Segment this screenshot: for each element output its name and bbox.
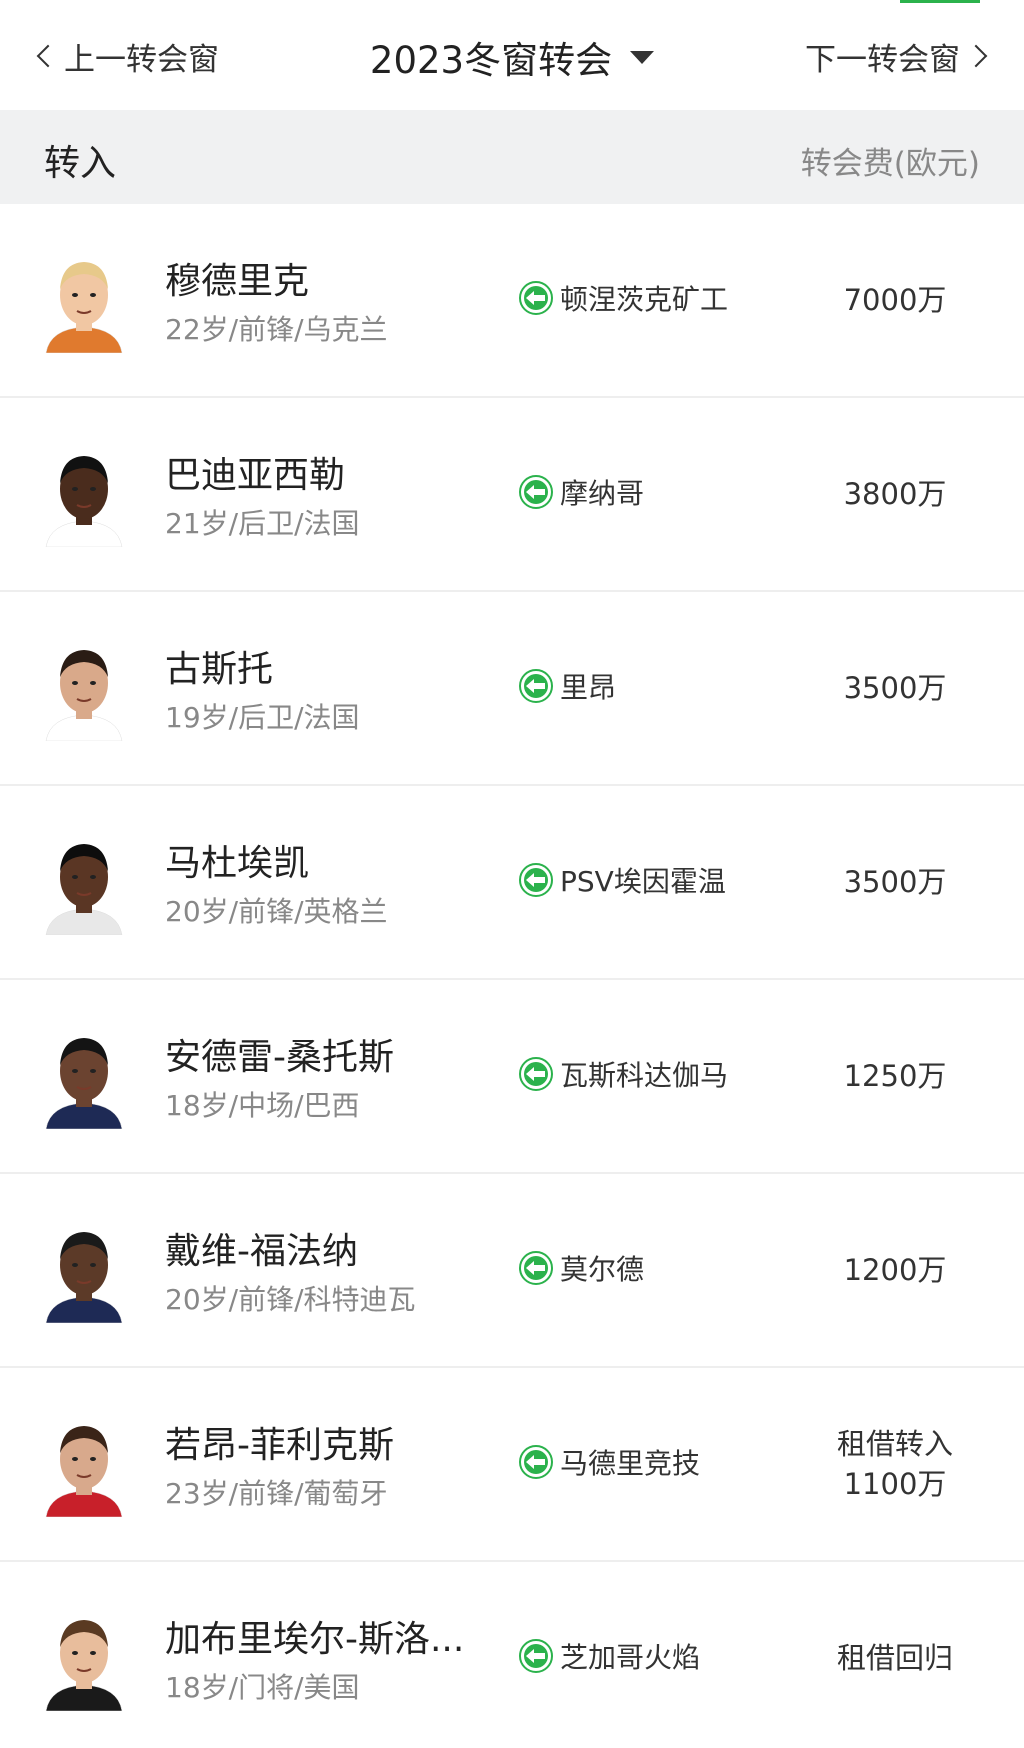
- player-name[interactable]: 穆德里克: [165, 252, 309, 304]
- from-club: 里昂: [518, 666, 616, 706]
- player-name[interactable]: 巴迪亚西勒: [165, 446, 345, 498]
- from-club: PSV埃因霍温: [518, 860, 726, 900]
- from-club: 马德里竞技: [518, 1442, 700, 1482]
- transfer-in-arrow-icon: [519, 1251, 553, 1285]
- from-club: 芝加哥火焰: [518, 1636, 700, 1676]
- from-club-name: 顿涅茨克矿工: [560, 283, 729, 316]
- from-club-name: 马德里竞技: [560, 1447, 701, 1480]
- transfer-in-arrow-icon: [519, 1445, 553, 1479]
- player-avatar: [40, 249, 128, 353]
- transfer-fee: 1250万: [800, 1056, 990, 1096]
- player-info: 21岁/后卫/法国: [165, 507, 360, 540]
- player-avatar: [40, 637, 128, 741]
- player-avatar: [40, 1025, 128, 1129]
- player-name[interactable]: 加布里埃尔-斯洛...: [165, 1610, 464, 1662]
- transfer-in-arrow-icon: [519, 475, 553, 509]
- transfer-fee-line1: 3500万: [843, 865, 947, 899]
- transfer-fee: 3800万: [800, 474, 990, 514]
- player-name[interactable]: 安德雷-桑托斯: [165, 1028, 394, 1080]
- player-row[interactable]: 安德雷-桑托斯 18岁/中场/巴西 瓦斯科达伽马 1250万: [0, 980, 1024, 1174]
- player-name[interactable]: 若昂-菲利克斯: [165, 1416, 394, 1468]
- caret-down-icon: [630, 50, 655, 64]
- player-avatar: [40, 1413, 128, 1517]
- player-name[interactable]: 马杜埃凯: [165, 834, 309, 886]
- from-club: 莫尔德: [518, 1248, 644, 1288]
- transfer-fee: 3500万: [800, 668, 990, 708]
- section-header: 转入 转会费(欧元): [0, 110, 1024, 204]
- transfer-fee-line1: 1200万: [843, 1253, 947, 1287]
- window-title: 2023冬窗转会: [369, 39, 613, 82]
- transfer-in-arrow-icon: [519, 669, 553, 703]
- player-info: 18岁/中场/巴西: [165, 1089, 360, 1122]
- player-name[interactable]: 古斯托: [165, 640, 273, 692]
- transfer-fee-line1: 7000万: [843, 283, 947, 317]
- transfer-in-arrow-icon: [519, 1639, 553, 1673]
- player-info: 20岁/前锋/科特迪瓦: [165, 1283, 416, 1316]
- player-avatar: [40, 831, 128, 935]
- transfer-in-arrow-icon: [519, 1057, 553, 1091]
- from-club-name: 摩纳哥: [560, 477, 645, 510]
- player-avatar: [40, 1219, 128, 1323]
- player-info: 20岁/前锋/英格兰: [165, 895, 388, 928]
- transfer-fee: 7000万: [800, 280, 990, 320]
- transfer-fee-line1: 租借转入: [836, 1427, 953, 1461]
- transfer-list: 穆德里克 22岁/前锋/乌克兰 顿涅茨克矿工 7000万 巴迪亚西勒 21岁/后…: [0, 204, 1024, 1748]
- transfer-fee-line1: 1250万: [843, 1059, 947, 1093]
- next-window-button[interactable]: 下一转会窗: [805, 34, 990, 78]
- player-info: 18岁/门将/美国: [165, 1671, 360, 1704]
- player-avatar: [40, 1607, 128, 1711]
- player-row[interactable]: 马杜埃凯 20岁/前锋/英格兰 PSV埃因霍温 3500万: [0, 786, 1024, 980]
- transfer-fee-line2: 1100万: [843, 1467, 947, 1501]
- from-club-name: 芝加哥火焰: [560, 1641, 701, 1674]
- from-club: 顿涅茨克矿工: [518, 278, 728, 318]
- chevron-right-icon: [964, 44, 988, 68]
- transfer-fee: 租借回归: [800, 1638, 990, 1678]
- player-row[interactable]: 若昂-菲利克斯 23岁/前锋/葡萄牙 马德里竞技 租借转入 1100万: [0, 1368, 1024, 1562]
- player-info: 23岁/前锋/葡萄牙: [165, 1477, 388, 1510]
- player-avatar: [40, 443, 128, 547]
- from-club-name: 瓦斯科达伽马: [560, 1059, 729, 1092]
- player-row[interactable]: 戴维-福法纳 20岁/前锋/科特迪瓦 莫尔德 1200万: [0, 1174, 1024, 1368]
- from-club-name: 里昂: [560, 671, 617, 704]
- player-row[interactable]: 巴迪亚西勒 21岁/后卫/法国 摩纳哥 3800万: [0, 398, 1024, 592]
- player-info: 22岁/前锋/乌克兰: [165, 313, 388, 346]
- from-club-name: PSV埃因霍温: [560, 865, 726, 898]
- transfer-in-arrow-icon: [519, 281, 553, 315]
- from-club: 摩纳哥: [518, 472, 644, 512]
- transfer-fee-line1: 租借回归: [836, 1641, 953, 1675]
- transfer-fee: 1200万: [800, 1250, 990, 1290]
- player-name[interactable]: 戴维-福法纳: [165, 1222, 358, 1274]
- fee-column-header: 转会费(欧元): [800, 146, 980, 182]
- transfer-fee: 租借转入 1100万: [800, 1424, 990, 1504]
- transfer-window-nav: 上一转会窗 2023冬窗转会 下一转会窗: [0, 0, 1024, 110]
- player-row[interactable]: 古斯托 19岁/后卫/法国 里昂 3500万: [0, 592, 1024, 786]
- section-title: 转入: [44, 143, 117, 184]
- next-window-label: 下一转会窗: [805, 41, 960, 78]
- player-info: 19岁/后卫/法国: [165, 701, 360, 734]
- transfer-in-arrow-icon: [519, 863, 553, 897]
- transfer-fee: 3500万: [800, 862, 990, 902]
- transfer-fee-line1: 3500万: [843, 671, 947, 705]
- player-row[interactable]: 加布里埃尔-斯洛... 18岁/门将/美国 芝加哥火焰 租借回归: [0, 1562, 1024, 1748]
- from-club-name: 莫尔德: [560, 1253, 645, 1286]
- from-club: 瓦斯科达伽马: [518, 1054, 728, 1094]
- transfer-fee-line1: 3800万: [843, 477, 947, 511]
- player-row[interactable]: 穆德里克 22岁/前锋/乌克兰 顿涅茨克矿工 7000万: [0, 204, 1024, 398]
